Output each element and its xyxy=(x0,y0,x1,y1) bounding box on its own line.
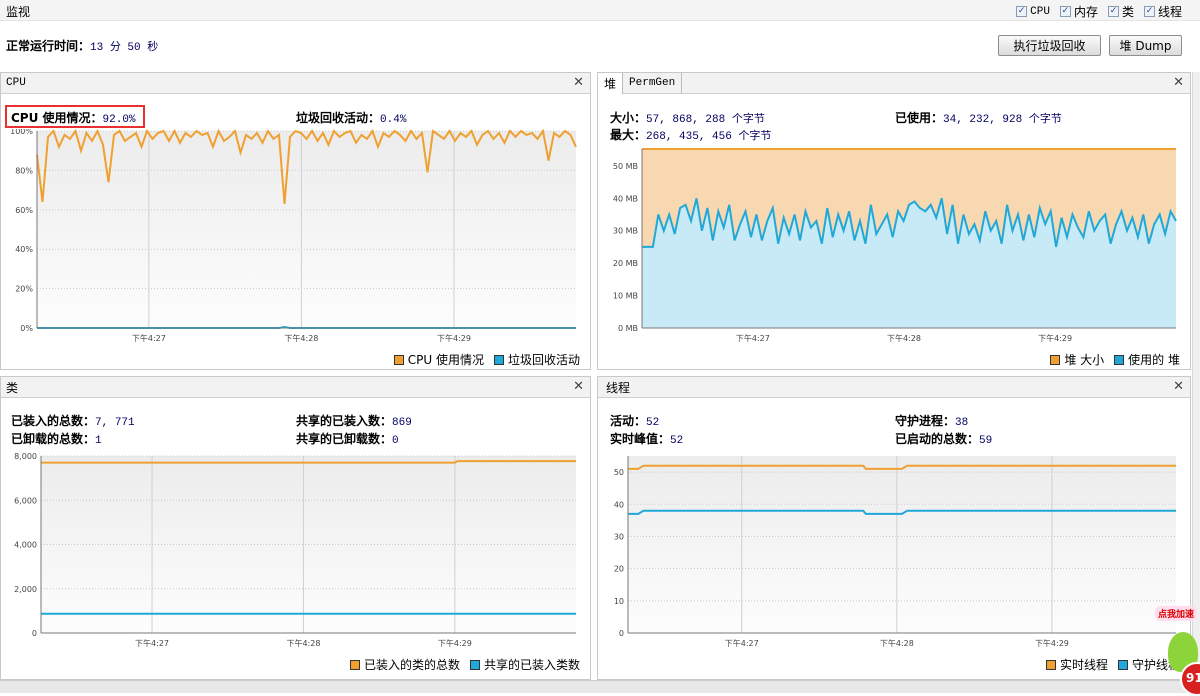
scrollbar[interactable] xyxy=(1192,72,1200,680)
x-tick-label: 下午4:29 xyxy=(438,638,472,648)
top-bar: 监视 ✓ CPU ✓ 内存 ✓ 类 ✓ 线程 xyxy=(0,0,1200,21)
y-tick-label: 50 xyxy=(614,468,624,477)
x-tick-label: 下午4:27 xyxy=(725,638,759,648)
y-tick-label: 60% xyxy=(15,206,33,215)
y-tick-label: 4,000 xyxy=(14,541,37,550)
y-tick-label: 10 MB xyxy=(613,292,638,301)
y-tick-label: 0 xyxy=(619,629,624,638)
x-tick-label: 下午4:28 xyxy=(284,333,318,343)
heap-dump-button[interactable]: 堆 Dump xyxy=(1109,35,1182,56)
threads-peak: 实时峰值：52 xyxy=(610,432,684,447)
checkbox-threads[interactable]: ✓ 线程 xyxy=(1143,3,1182,20)
cpu-legend: CPU 使用情况 垃圾回收活动 xyxy=(393,351,580,368)
y-tick-label: 40 xyxy=(614,500,624,509)
y-tick-label: 20 MB xyxy=(613,259,638,268)
perform-gc-button[interactable]: 执行垃圾回收 xyxy=(998,35,1101,56)
classes-panel: 类 ✕ 已装入的总数：7, 771 已卸载的总数：1 共享的已装入数：869 共享… xyxy=(0,376,591,680)
classes-legend: 已装入的类的总数 共享的已装入类数 xyxy=(349,656,580,673)
y-tick-label: 10 xyxy=(614,597,624,606)
check-icon: ✓ xyxy=(1107,6,1119,17)
cpu-panel: CPU ✕ CPU 使用情况：92.0% 垃圾回收活动：0.4% 0% 20% 40%… xyxy=(0,72,591,370)
close-icon[interactable]: ✕ xyxy=(573,379,584,394)
cpu-usage: CPU 使用情况：92.0% xyxy=(5,105,145,128)
close-icon[interactable]: ✕ xyxy=(1173,75,1184,90)
x-tick-label: 下午4:28 xyxy=(880,638,914,648)
y-tick-label: 80% xyxy=(15,166,33,175)
threads-daemon: 守护进程：38 xyxy=(895,414,969,429)
close-icon[interactable]: ✕ xyxy=(1173,379,1184,394)
status-bar xyxy=(0,680,1200,693)
gc-activity: 垃圾回收活动：0.4% xyxy=(296,111,407,126)
page-title: 监视 xyxy=(6,5,31,19)
view-checkboxes: ✓ CPU ✓ 内存 ✓ 类 ✓ 线程 xyxy=(1006,3,1182,20)
x-tick-label: 下午4:29 xyxy=(1035,638,1069,648)
shared-unloaded: 共享的已卸载数：0 xyxy=(296,432,399,447)
x-tick-label: 下午4:28 xyxy=(286,638,320,648)
check-icon: ✓ xyxy=(1059,6,1071,17)
check-icon: ✓ xyxy=(1143,6,1155,17)
threads-panel: 线程 ✕ 活动：52 实时峰值：52 守护进程：38 已启动的总数：59 0 10 2… xyxy=(597,376,1191,680)
check-icon: ✓ xyxy=(1016,6,1028,17)
tab-heap[interactable]: 堆 xyxy=(598,72,624,94)
heap-chart: 0 MB 10 MB 20 MB 30 MB 40 MB 50 MB 下午4:27 下午4:2… xyxy=(613,148,1177,343)
tab-permgen[interactable]: PermGen xyxy=(623,72,683,94)
close-icon[interactable]: ✕ xyxy=(573,75,584,90)
x-tick-label: 下午4:29 xyxy=(437,333,471,343)
plot-area xyxy=(628,456,1176,633)
threads-live: 活动：52 xyxy=(610,414,660,429)
y-tick-label: 20% xyxy=(15,285,33,294)
y-tick-label: 8,000 xyxy=(14,452,37,461)
classes-chart: 0 2,000 4,000 6,000 8,000 下午4:27 下午4:28 下午4:29 xyxy=(14,452,576,648)
heap-legend: 堆 大小 使用的 堆 xyxy=(1050,351,1180,368)
threads-legend: 实时线程 守护线程 xyxy=(1045,656,1180,673)
x-tick-label: 下午4:27 xyxy=(135,638,169,648)
y-tick-label: 50 MB xyxy=(613,162,638,171)
y-tick-label: 6,000 xyxy=(14,496,37,505)
y-tick-label: 0 MB xyxy=(618,324,638,333)
panel-title: CPU xyxy=(6,77,26,89)
y-tick-label: 40 MB xyxy=(613,194,638,203)
x-tick-label: 下午4:27 xyxy=(736,333,770,343)
y-tick-label: 0% xyxy=(20,324,33,333)
y-tick-label: 40% xyxy=(15,245,33,254)
classes-loaded: 已装入的总数：7, 771 xyxy=(11,414,135,429)
heap-panel: 堆 PermGen ✕ 大小：57, 868, 288 个字节 已使用：34, … xyxy=(597,72,1191,370)
plot-area xyxy=(37,131,576,328)
cpu-chart: 0% 20% 40% 60% 80% 100% 下午4:27 下午4:28 下午4:29 xyxy=(10,129,577,343)
checkbox-cpu[interactable]: ✓ CPU xyxy=(1016,3,1050,20)
uptime: 正常运行时间：13 分 50 秒 xyxy=(6,39,159,54)
y-tick-label: 20 xyxy=(614,565,624,574)
x-tick-label: 下午4:27 xyxy=(132,333,166,343)
x-tick-label: 下午4:29 xyxy=(1038,333,1072,343)
y-tick-label: 0 xyxy=(32,629,37,638)
threads-chart: 0 10 20 30 40 50 下午4:27 下午4:28 下午4:29 xyxy=(614,456,1176,648)
speedup-badge-text[interactable]: 点我加速 xyxy=(1155,606,1198,621)
heap-used: 已使用：34, 232, 928 个字节 xyxy=(895,111,1062,126)
panel-title: 类 xyxy=(6,380,19,395)
heap-size: 大小：57, 868, 288 个字节 xyxy=(610,111,765,126)
panel-title: 线程 xyxy=(606,380,631,395)
checkbox-classes[interactable]: ✓ 类 xyxy=(1107,3,1134,20)
checkbox-memory[interactable]: ✓ 内存 xyxy=(1059,3,1098,20)
y-tick-label: 100% xyxy=(10,129,33,136)
y-tick-label: 30 MB xyxy=(613,227,638,236)
x-tick-label: 下午4:28 xyxy=(887,333,921,343)
shared-loaded: 共享的已装入数：869 xyxy=(296,414,412,429)
threads-started: 已启动的总数：59 xyxy=(895,432,993,447)
y-tick-label: 30 xyxy=(614,532,624,541)
classes-unloaded: 已卸载的总数：1 xyxy=(11,432,102,447)
y-tick-label: 2,000 xyxy=(14,585,37,594)
